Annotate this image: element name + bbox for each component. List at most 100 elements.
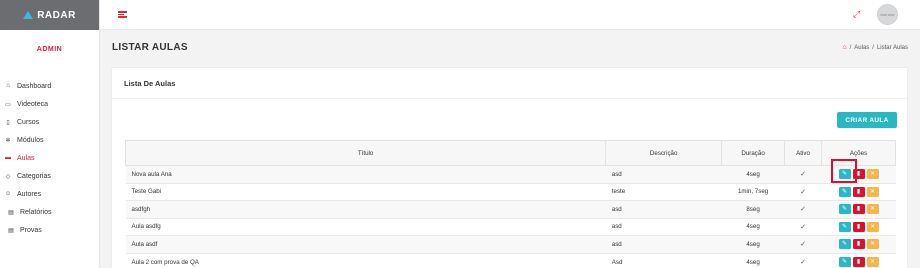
cell-title: Teste Gabi <box>125 182 606 201</box>
check-icon: ✓ <box>800 241 806 249</box>
sidebar-item-aulas[interactable]: ▬ Aulas <box>0 149 100 167</box>
deactivate-button[interactable]: ✕ <box>866 204 879 215</box>
sidebar-item-label: Aulas <box>17 154 35 162</box>
create-lesson-button[interactable]: CRIAR AULA <box>837 112 897 128</box>
exam-icon: ▤ <box>8 227 14 234</box>
avatar[interactable]: #### #### <box>877 4 898 25</box>
deactivate-button[interactable]: ✕ <box>866 221 879 232</box>
cell-active: ✓ <box>784 235 822 253</box>
table-row: Aula asdfg asd 4seg ✓ ✎ ▮ ✕ <box>125 217 896 236</box>
edit-button[interactable]: ✎ <box>838 169 851 180</box>
card-title: Lista De Aulas <box>124 79 176 88</box>
cell-actions: ✎ ▮ ✕ <box>821 182 896 201</box>
table-row: Aula 2 com prova de QA Asd 4seg ✓ ✎ ▮ ✕ <box>125 252 896 268</box>
cell-title: Aula 2 com prova de QA <box>125 252 606 268</box>
deactivate-button[interactable]: ✕ <box>866 186 879 197</box>
sidebar-item-dashboard[interactable]: ⌂ Dashboard <box>0 77 100 95</box>
delete-button[interactable]: ▮ <box>852 204 865 215</box>
sidebar-item-videoteca[interactable]: ▭ Videoteca <box>0 95 100 113</box>
sidebar-item-relatorios[interactable]: ▤ Relatórios <box>0 203 100 221</box>
pencil-icon: ✎ <box>841 187 848 195</box>
cell-description: Asd <box>605 252 722 268</box>
fullscreen-icon[interactable]: ⤢ <box>853 10 861 19</box>
check-icon: ✓ <box>800 171 806 179</box>
users-icon: ☺ <box>4 191 12 197</box>
table-body: Nova aula Ana asd 4seg ✓ ✎ ▮ ✕ Teste Gabi teste 1… <box>125 165 896 268</box>
cell-active: ✓ <box>784 200 822 218</box>
cell-duration: 4seg <box>721 235 785 253</box>
delete-button[interactable]: ▮ <box>852 257 865 267</box>
delete-button[interactable]: ▮ <box>852 186 865 197</box>
cell-active: ✓ <box>784 217 822 236</box>
sidebar-item-label: Videoteca <box>17 100 49 108</box>
pencil-icon: ✎ <box>841 258 848 265</box>
table-row: Nova aula Ana asd 4seg ✓ ✎ ▮ ✕ <box>125 165 896 183</box>
cell-description: asd <box>605 235 722 253</box>
deactivate-button[interactable]: ✕ <box>866 169 879 180</box>
edit-button[interactable]: ✎ <box>838 257 851 267</box>
modules-icon: ✲ <box>5 137 11 144</box>
video-icon: ▭ <box>5 101 11 108</box>
sidebar-item-label: Dashboard <box>17 82 52 90</box>
card-divider <box>112 98 907 99</box>
cell-duration: 8seg <box>721 200 785 218</box>
delete-button[interactable]: ▮ <box>852 239 865 250</box>
document-icon: ▯ <box>6 119 10 126</box>
menu-toggle-icon[interactable] <box>118 11 127 18</box>
check-icon: ✓ <box>800 223 806 231</box>
check-icon: ✓ <box>800 206 806 214</box>
page-title: LISTAR AULAS <box>112 42 188 53</box>
delete-button[interactable]: ▮ <box>852 169 865 180</box>
cell-description: asd <box>605 200 722 218</box>
cell-active: ✓ <box>784 252 822 268</box>
sidebar: RADAR ADMIN ⌂ Dashboard ▭ Videoteca ▯ Cursos ✲… <box>0 0 100 268</box>
column-header-active[interactable]: Ativo <box>784 140 823 166</box>
pencil-icon: ✎ <box>841 170 848 178</box>
avatar-text: #### #### <box>880 12 895 17</box>
logo[interactable]: RADAR <box>0 0 99 30</box>
cell-duration: 4seg <box>721 165 785 183</box>
close-icon: ✕ <box>869 205 876 213</box>
delete-button[interactable]: ▮ <box>852 221 865 232</box>
sidebar-item-label: Relatórios <box>20 208 52 216</box>
column-header-actions: Ações <box>821 140 896 166</box>
table-header-row: Título Descrição Duração Ativo Ações <box>124 140 896 166</box>
trash-icon: ▮ <box>856 205 861 213</box>
sidebar-item-label: Categorias <box>17 172 51 180</box>
column-header-title[interactable]: Título <box>124 140 607 166</box>
cell-title: asdfgh <box>125 200 606 218</box>
cell-title: Aula asdf <box>125 235 606 253</box>
sidebar-menu: ⌂ Dashboard ▭ Videoteca ▯ Cursos ✲ Módulos ▬ Aula… <box>0 77 100 239</box>
cell-actions: ✎ ▮ ✕ <box>821 235 896 253</box>
sidebar-item-provas[interactable]: ▤ Provas <box>0 221 100 239</box>
column-header-description[interactable]: Descrição <box>605 140 723 166</box>
home-icon[interactable]: ⌂ <box>842 44 846 51</box>
sidebar-item-categorias[interactable]: ◇ Categorias <box>0 167 100 185</box>
breadcrumb-separator: / <box>872 44 874 51</box>
close-icon: ✕ <box>869 187 876 195</box>
breadcrumb: ⌂ / Aulas / Listar Aulas <box>842 44 908 51</box>
edit-button[interactable]: ✎ <box>838 204 851 215</box>
edit-button[interactable]: ✎ <box>838 186 851 197</box>
class-icon: ▬ <box>5 155 11 161</box>
breadcrumb-aulas[interactable]: Aulas <box>854 45 869 51</box>
sidebar-item-label: Autores <box>17 190 42 198</box>
trash-icon: ▮ <box>856 170 861 178</box>
deactivate-button[interactable]: ✕ <box>866 239 879 250</box>
cell-duration: 1min, 7seg <box>721 182 785 201</box>
lessons-card: Lista De Aulas CRIAR AULA Título Descriç… <box>111 67 908 268</box>
pencil-icon: ✎ <box>841 240 848 248</box>
cell-title: Nova aula Ana <box>125 165 606 183</box>
edit-button[interactable]: ✎ <box>838 221 851 232</box>
cell-duration: 4seg <box>721 252 785 268</box>
column-header-duration[interactable]: Duração <box>721 140 786 166</box>
cell-title: Aula asdfg <box>125 217 606 236</box>
pencil-icon: ✎ <box>841 222 848 230</box>
sidebar-item-modulos[interactable]: ✲ Módulos <box>0 131 100 149</box>
edit-button[interactable]: ✎ <box>838 239 851 250</box>
close-icon: ✕ <box>869 258 876 265</box>
sidebar-item-cursos[interactable]: ▯ Cursos <box>0 113 100 131</box>
profile-name: ADMIN <box>36 46 63 53</box>
deactivate-button[interactable]: ✕ <box>866 257 879 267</box>
sidebar-item-autores[interactable]: ☺ Autores <box>0 185 100 203</box>
